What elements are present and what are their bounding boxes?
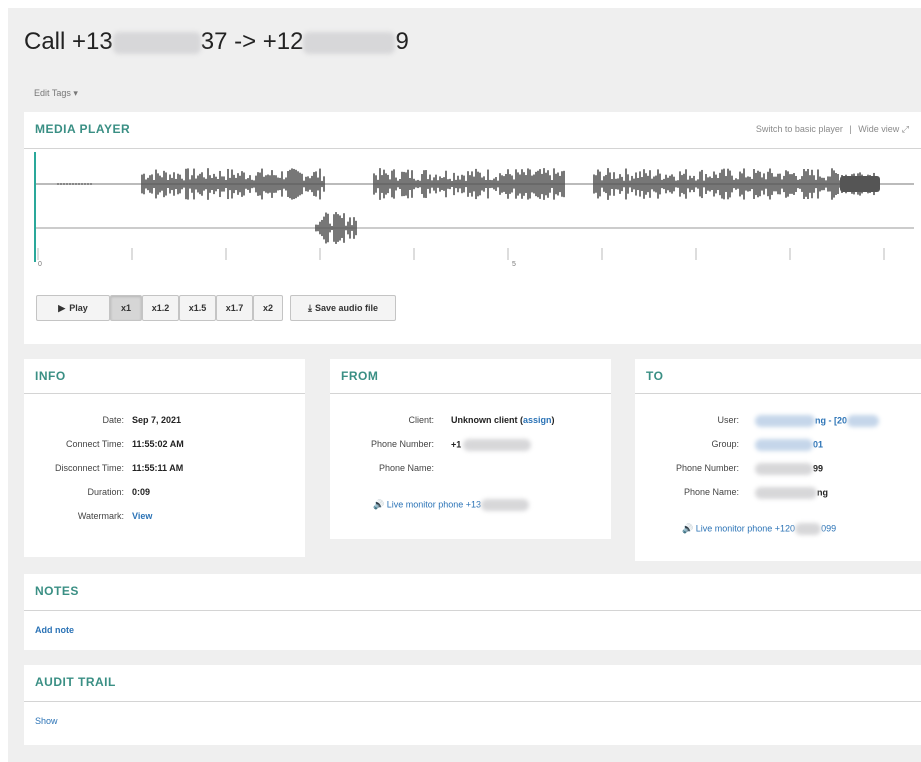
- assign-link[interactable]: assign: [523, 415, 552, 425]
- redacted-user: [847, 415, 880, 427]
- page-title: Call +13 37 -> +12 9: [24, 28, 409, 56]
- audio-waveform[interactable]: 05: [34, 152, 914, 268]
- notes-title: NOTES: [35, 584, 79, 598]
- play-button[interactable]: ▶ Play: [36, 295, 110, 321]
- to-title: TO: [646, 369, 664, 383]
- live-monitor-label: Live monitor phone +13: [386, 499, 482, 510]
- phone-number-value: 99: [755, 463, 823, 475]
- notes-panel: NOTES Add note: [24, 574, 921, 650]
- phone-number-suffix: 99: [813, 463, 824, 474]
- audit-show-link[interactable]: Show: [35, 716, 58, 726]
- audit-trail-title: AUDIT TRAIL: [35, 675, 116, 689]
- audit-trail-panel: AUDIT TRAIL Show: [24, 665, 921, 745]
- speed-x2-button[interactable]: x2: [253, 295, 283, 321]
- redacted-user: [755, 415, 815, 427]
- redacted-name: [755, 487, 817, 499]
- phone-number-label: Phone Number:: [675, 463, 739, 473]
- from-title: FROM: [341, 369, 379, 383]
- client-name: Unknown client: [451, 415, 518, 425]
- timeline-label-start: 0: [38, 261, 42, 268]
- timeline-label-mid: 5: [512, 261, 516, 268]
- phone-name-suffix: ng: [817, 487, 828, 498]
- disconnect-time-value: 11:55:11 AM: [132, 463, 184, 473]
- expand-icon: ⤢: [901, 124, 909, 134]
- play-label: Play: [69, 303, 88, 313]
- duration-value: 0:09: [132, 487, 151, 497]
- group-label: Group:: [711, 439, 739, 449]
- wide-view-label: Wide view: [858, 124, 900, 134]
- connect-time-label: Connect Time:: [65, 439, 124, 449]
- player-options: Switch to basic player | Wide view ⤢: [756, 124, 909, 135]
- redacted-number: [481, 499, 530, 511]
- client-value: Unknown client (assign): [451, 415, 555, 425]
- phone-name-label: Phone Name:: [683, 487, 739, 497]
- group-link[interactable]: 01: [813, 439, 823, 449]
- wide-view-link[interactable]: Wide view ⤢: [858, 124, 909, 134]
- live-monitor-prefix: Live monitor phone +120: [695, 523, 796, 534]
- duration-label: Duration:: [87, 487, 124, 497]
- redacted-number: [755, 463, 813, 475]
- media-player-panel: MEDIA PLAYER Switch to basic player | Wi…: [24, 112, 921, 344]
- from-panel: FROM Client: Unknown client (assign) Pho…: [330, 359, 611, 539]
- link-separator: |: [849, 124, 852, 134]
- title-mid: 37 -> +12: [200, 28, 304, 55]
- play-icon: ▶: [58, 302, 66, 313]
- panel-divider: [24, 701, 921, 702]
- from-live-monitor-link[interactable]: 🔊 Live monitor phone +13: [373, 499, 530, 511]
- panel-divider: [330, 393, 611, 394]
- live-monitor-suffix: 099: [821, 523, 837, 534]
- speaker-icon: 🔊: [373, 499, 385, 510]
- disconnect-time-label: Disconnect Time:: [54, 463, 124, 473]
- watermark-label: Watermark:: [77, 511, 124, 521]
- to-panel: TO User: ng - [20 Group: 01 Phone Number…: [635, 359, 921, 561]
- info-title: INFO: [35, 369, 66, 383]
- panel-divider: [24, 610, 921, 611]
- call-detail-page: Call +13 37 -> +12 9 Edit Tags ▾ MEDIA PLA…: [8, 8, 921, 762]
- title-caller-prefix: Call +13: [24, 28, 113, 55]
- edit-tags-dropdown[interactable]: Edit Tags ▾: [34, 88, 78, 99]
- panel-divider: [24, 393, 305, 394]
- user-link[interactable]: ng - [20: [815, 415, 847, 425]
- phone-name-value: ng: [755, 487, 828, 499]
- connect-time-value: 11:55:02 AM: [132, 439, 184, 449]
- save-audio-button[interactable]: ⤓ Save audio file: [290, 295, 396, 321]
- panel-divider: [635, 393, 921, 394]
- speed-x1-5-button[interactable]: x1.5: [179, 295, 216, 321]
- date-value: Sep 7, 2021: [132, 415, 182, 425]
- speed-x1-button[interactable]: x1: [110, 295, 142, 321]
- add-note-link[interactable]: Add note: [35, 625, 74, 635]
- phone-number-prefix: +1: [451, 439, 462, 450]
- save-audio-label: Save audio file: [314, 303, 378, 313]
- watermark-view-link[interactable]: View: [132, 511, 152, 521]
- date-label: Date:: [102, 415, 124, 425]
- info-panel: INFO Date: Sep 7, 2021 Connect Time: 11:…: [24, 359, 305, 557]
- user-label: User:: [717, 415, 739, 425]
- panel-divider: [24, 148, 921, 149]
- switch-basic-player-link[interactable]: Switch to basic player: [756, 124, 843, 134]
- phone-number-label: Phone Number:: [370, 439, 434, 449]
- redacted-group: [755, 439, 813, 451]
- redacted-number: [463, 439, 532, 451]
- user-value[interactable]: ng - [20: [755, 415, 880, 427]
- client-label: Client:: [408, 415, 434, 425]
- redacted-number: [112, 31, 201, 54]
- download-icon: ⤓: [307, 302, 312, 313]
- title-callee-suffix: 9: [395, 28, 409, 55]
- speaker-icon: 🔊: [682, 523, 694, 534]
- phone-name-label: Phone Name:: [378, 463, 434, 473]
- phone-number-value: +1: [451, 439, 532, 451]
- to-live-monitor-link[interactable]: 🔊 Live monitor phone +120 099: [682, 523, 836, 535]
- waveform-block: [840, 176, 880, 192]
- speed-x1-2-button[interactable]: x1.2: [142, 295, 179, 321]
- redacted-number: [795, 523, 822, 535]
- media-player-title: MEDIA PLAYER: [35, 122, 131, 136]
- group-value[interactable]: 01: [755, 439, 823, 451]
- redacted-number: [303, 31, 396, 54]
- speed-x1-7-button[interactable]: x1.7: [216, 295, 253, 321]
